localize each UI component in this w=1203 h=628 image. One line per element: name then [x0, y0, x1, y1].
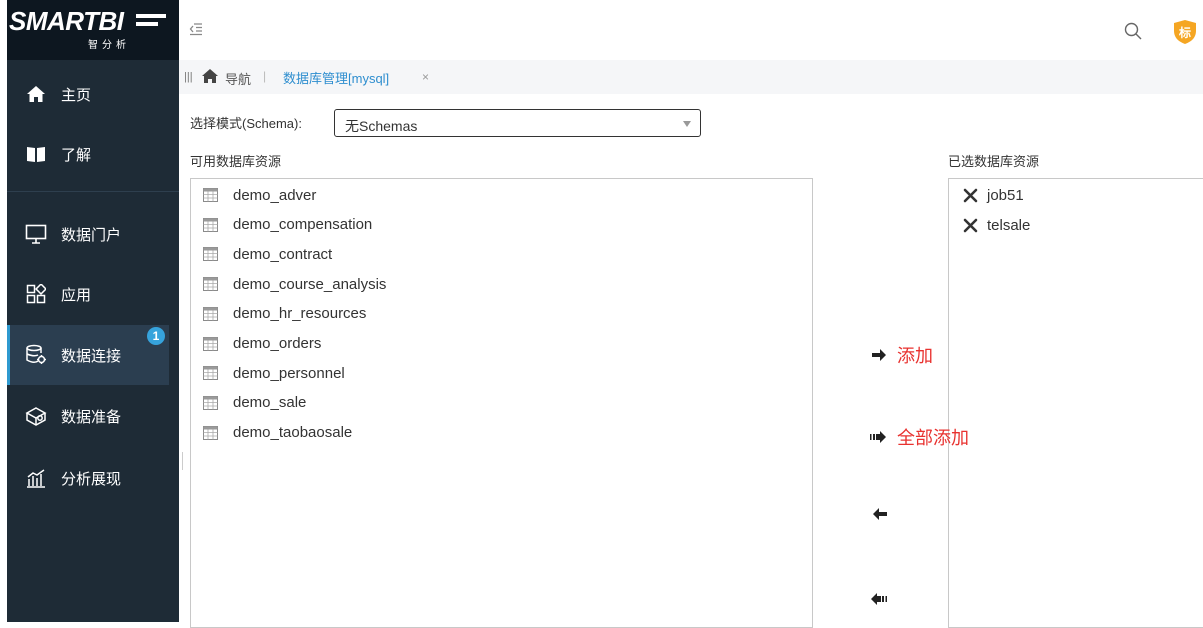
cube-icon: [25, 405, 47, 427]
database-connect-icon: [25, 344, 47, 366]
tab-database-manage[interactable]: 数据库管理[mysql]: [283, 68, 389, 87]
remove-x-icon[interactable]: [963, 218, 978, 233]
double-arrow-right-icon: [870, 431, 886, 443]
available-item-label: demo_taobaosale: [233, 424, 353, 442]
chart-icon: [25, 467, 47, 489]
available-item-label: demo_compensation: [233, 216, 373, 234]
available-item-label: demo_hr_resources: [233, 305, 367, 323]
sidebar-edge: [0, 0, 7, 622]
available-list[interactable]: demo_adver demo_compensation demo_contract…: [190, 178, 813, 628]
available-item[interactable]: demo_hr_resources: [203, 302, 366, 326]
close-icon[interactable]: ×: [422, 70, 429, 84]
sidebar-item-label: 数据准备: [61, 408, 122, 426]
sidebar-item-label: 应用: [61, 286, 92, 304]
sidebar-item-data-prep[interactable]: 数据准备: [7, 386, 169, 446]
available-item[interactable]: demo_sale: [203, 391, 306, 415]
available-item[interactable]: demo_adver: [203, 183, 316, 207]
logo-brand: SMARTBI: [9, 6, 124, 36]
available-item-label: demo_course_analysis: [233, 275, 387, 293]
selected-item[interactable]: telsale: [963, 213, 1030, 237]
splitter-handle[interactable]: [182, 452, 184, 470]
available-item-label: demo_contract: [233, 245, 333, 263]
sidebar-item-label: 数据门户: [61, 226, 122, 244]
sidebar-item-label: 了解: [61, 146, 92, 164]
avatar[interactable]: 标: [1173, 19, 1197, 50]
notification-badge: 1: [147, 327, 165, 345]
book-icon: [25, 143, 47, 165]
tab-separator: |: [263, 69, 267, 83]
sidebar-item-label: 主页: [61, 86, 92, 104]
selected-item-label: job51: [987, 186, 1024, 204]
sidebar-item-label: 分析展现: [61, 470, 122, 488]
sidebar-item-label: 数据连接: [61, 347, 122, 365]
available-item[interactable]: demo_compensation: [203, 213, 372, 237]
available-item-label: demo_adver: [233, 186, 317, 204]
add-all-button[interactable]: 全部添加: [869, 424, 969, 450]
schema-label: 选择模式(Schema):: [190, 116, 302, 131]
selected-item[interactable]: job51: [963, 183, 1024, 207]
table-icon: [203, 217, 218, 232]
logo-subtitle: 智分析: [88, 40, 130, 51]
available-title: 可用数据库资源: [190, 154, 282, 169]
arrow-left-icon: [873, 508, 887, 520]
table-icon: [203, 425, 218, 440]
sidebar-item-portal[interactable]: 数据门户: [7, 204, 169, 264]
selected-item-label: telsale: [987, 216, 1031, 234]
sidebar-item-home[interactable]: 主页: [7, 64, 169, 124]
table-icon: [203, 336, 218, 351]
tab-nav[interactable]: 导航: [225, 69, 251, 88]
available-item[interactable]: demo_personnel: [203, 361, 345, 385]
table-icon: [203, 366, 218, 381]
selected-list[interactable]: job51 telsale: [948, 178, 1203, 628]
available-item-label: demo_personnel: [233, 364, 345, 382]
chevron-down-icon: [683, 121, 691, 127]
logo: SMARTBI 智分析: [7, 0, 179, 60]
arrow-right-icon: [872, 349, 886, 361]
logo-mark: [136, 14, 166, 30]
add-all-label: 全部添加: [897, 428, 969, 448]
schema-select[interactable]: 无Schemas: [334, 109, 701, 137]
table-icon: [203, 188, 218, 202]
schema-value: 无Schemas: [345, 118, 418, 134]
collapse-sidebar-icon[interactable]: [189, 22, 203, 41]
available-item[interactable]: demo_contract: [203, 242, 332, 266]
double-arrow-left-icon: [871, 593, 887, 605]
remove-all-button[interactable]: [870, 592, 888, 606]
table-icon: [203, 277, 218, 292]
available-item[interactable]: demo_taobaosale: [203, 421, 352, 445]
add-button[interactable]: 添加: [871, 342, 933, 368]
remove-x-icon[interactable]: [963, 188, 978, 203]
available-item-label: demo_sale: [233, 394, 307, 412]
top-bar: 标: [179, 0, 1203, 60]
available-item-label: demo_orders: [233, 335, 322, 352]
monitor-icon: [25, 223, 47, 245]
table-icon: [203, 395, 218, 410]
available-item[interactable]: demo_course_analysis: [203, 272, 386, 296]
tab-bar: ||| 导航 | 数据库管理[mysql] ×: [179, 60, 1203, 94]
sidebar-divider: [7, 191, 179, 192]
avatar-label: 标: [1178, 25, 1191, 40]
grip-icon[interactable]: |||: [184, 71, 193, 83]
remove-button[interactable]: [872, 507, 888, 521]
sidebar-item-learn[interactable]: 了解: [7, 124, 169, 184]
search-icon[interactable]: [1124, 22, 1142, 45]
home-icon: [25, 83, 47, 105]
home-icon[interactable]: [201, 68, 219, 89]
table-icon: [203, 247, 218, 262]
apps-icon: [25, 283, 47, 305]
available-item[interactable]: demo_orders: [203, 332, 321, 356]
sidebar-item-apps[interactable]: 应用: [7, 264, 169, 324]
table-icon: [203, 306, 218, 321]
add-label: 添加: [897, 346, 933, 366]
selected-title: 已选数据库资源: [948, 154, 1040, 169]
sidebar-item-data-connection[interactable]: 数据连接: [7, 325, 169, 385]
sidebar-item-analysis[interactable]: 分析展现: [7, 448, 169, 508]
